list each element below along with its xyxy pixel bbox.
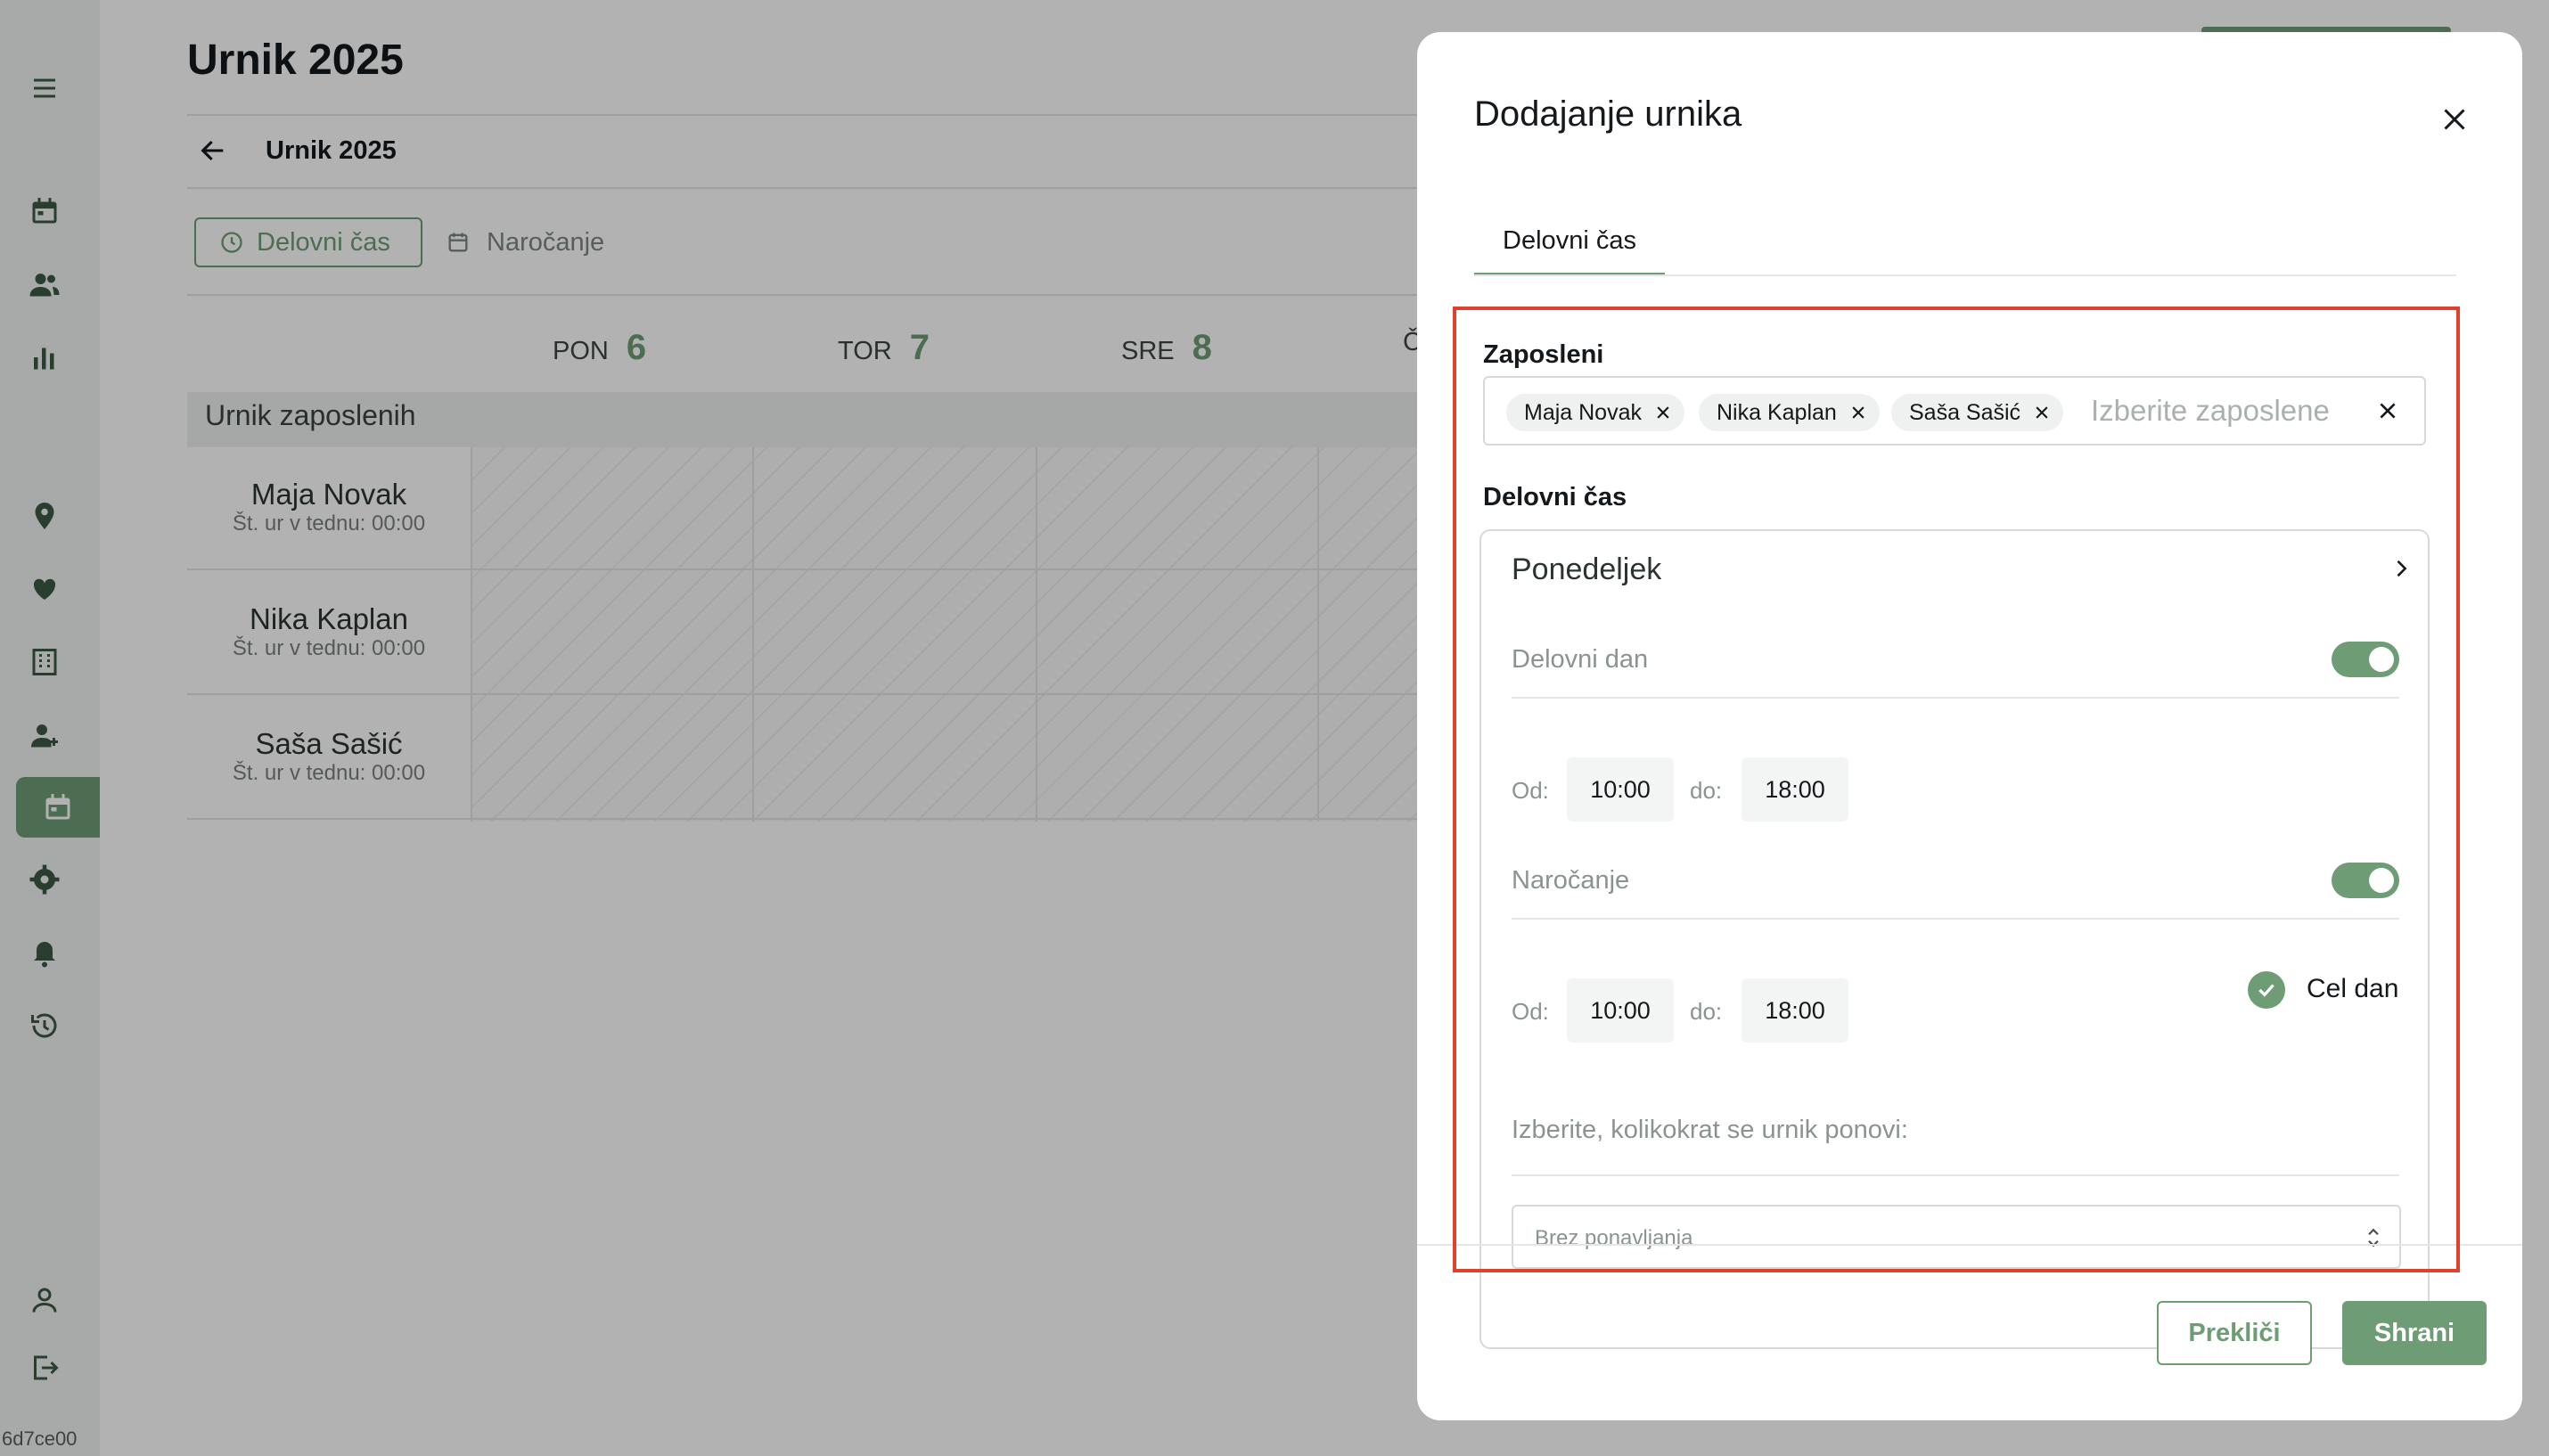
highlight-box: [1453, 307, 2460, 1272]
tab-underline: [1474, 274, 2456, 276]
cancel-button[interactable]: Prekliči: [2157, 1301, 2312, 1365]
close-icon[interactable]: [2438, 103, 2471, 140]
save-button[interactable]: Shrani: [2342, 1301, 2487, 1365]
tab-delovni-cas[interactable]: Delovni čas: [1474, 226, 1665, 276]
modal-title: Dodajanje urnika: [1474, 94, 1742, 134]
